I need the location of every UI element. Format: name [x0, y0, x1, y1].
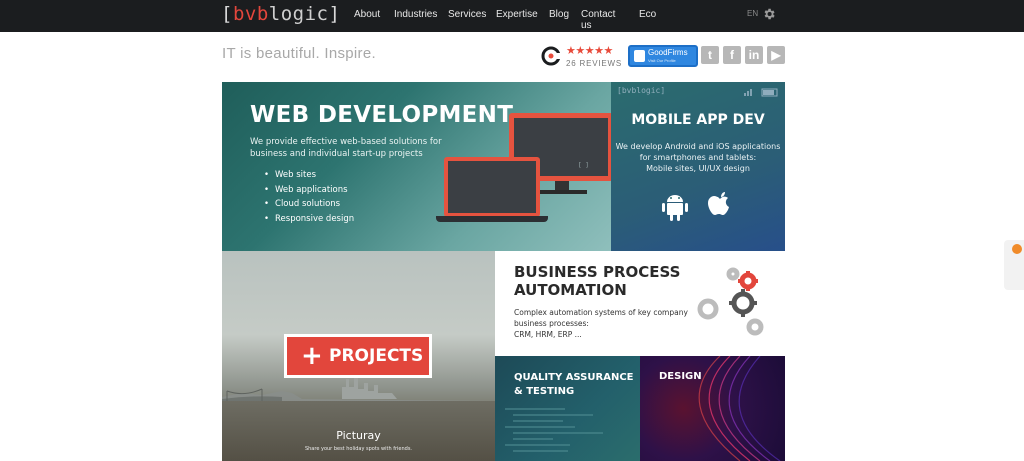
bpa-title-line: BUSINESS PROCESS [514, 263, 681, 281]
bpa-title-line: AUTOMATION [514, 281, 627, 299]
projects-button-label: PROJECTS [329, 346, 424, 366]
design-tile[interactable]: DESIGN [640, 356, 785, 461]
linkedin-icon[interactable]: in [745, 46, 763, 64]
laptop-illustration [444, 157, 540, 217]
logo-logic: logic [268, 3, 329, 25]
goodfirms-icon [634, 50, 645, 62]
nav-industries[interactable]: Industries [394, 9, 437, 20]
nav-blog[interactable]: Blog [549, 9, 569, 20]
bpa-desc-line: business processes: [514, 319, 589, 328]
twitter-icon[interactable]: t [701, 46, 719, 64]
apple-icon [708, 192, 729, 215]
projects-button[interactable]: + PROJECTS [284, 334, 432, 378]
bvblogic-logo[interactable]: [bvblogic] [221, 3, 340, 25]
youtube-icon[interactable]: ▶ [767, 46, 785, 64]
nav-eco[interactable]: Eco [639, 9, 656, 20]
widget-badge-icon [1012, 244, 1022, 254]
plus-icon: + [301, 341, 323, 371]
logo-bv: bv [232, 3, 257, 25]
web-development-description: We provide effective web-based solutions… [250, 137, 442, 159]
nav-about[interactable]: About [354, 9, 380, 20]
qa-title-line: QUALITY ASSURANCE [514, 372, 634, 383]
side-feedback-widget[interactable] [1004, 240, 1024, 290]
design-title: DESIGN [659, 371, 702, 382]
laptop-base [436, 216, 548, 222]
reviews-count[interactable]: 26 REVIEWS [566, 59, 622, 68]
top-navigation-bar: [bvblogic] About Industries Services Exp… [0, 0, 1024, 32]
language-selector[interactable]: EN [747, 9, 758, 18]
project-caption-title: Picturay [336, 429, 381, 442]
logo-bracket-open: [ [221, 3, 233, 25]
goodfirms-badge[interactable]: GoodFirms Visit Our Profile [628, 45, 698, 67]
mobile-desc-line: We develop Android and iOS applications [615, 142, 781, 151]
settings-gear-icon[interactable] [762, 7, 776, 21]
mobile-desc-line: for smartphones and tablets: [639, 153, 757, 162]
list-item: Web sites [264, 168, 354, 183]
rating-stars: ★★★★★ [566, 44, 613, 57]
qa-title: QUALITY ASSURANCE & TESTING [514, 371, 633, 399]
nav-contact-us[interactable]: Contact us [581, 9, 615, 31]
nav-services[interactable]: Services [448, 9, 486, 20]
android-icon [662, 195, 688, 221]
facebook-icon[interactable]: f [723, 46, 741, 64]
mobile-app-title: MOBILE APP DEV [631, 112, 765, 128]
goodfirms-sublabel: Visit Our Profile [648, 58, 676, 63]
qa-title-line: & TESTING [514, 386, 575, 397]
list-item: Responsive design [264, 212, 354, 227]
web-development-tile[interactable]: WEB DEVELOPMENT We provide effective web… [222, 82, 611, 251]
nav-expertise[interactable]: Expertise [496, 9, 538, 20]
bpa-desc-line: CRM, HRM, ERP ... [514, 330, 582, 339]
quality-assurance-tile[interactable]: QUALITY ASSURANCE & TESTING [495, 356, 640, 461]
code-background-graphic [505, 408, 603, 452]
slogan: IT is beautiful. Inspire. [222, 45, 376, 62]
web-services-list: Web sites Web applications Cloud solutio… [264, 168, 354, 226]
goodfirms-label: GoodFirms [648, 48, 688, 57]
clutch-logo-icon[interactable] [540, 45, 562, 67]
mobile-desc-line: Mobile sites, UI/UX design [646, 164, 750, 173]
screen-mark: [ ] [578, 162, 589, 169]
logo-b: b [256, 3, 269, 25]
monitor-base [537, 190, 587, 194]
bpa-title: BUSINESS PROCESS AUTOMATION [514, 263, 680, 299]
list-item: Cloud solutions [264, 197, 354, 212]
bpa-description: Complex automation systems of key compan… [514, 307, 689, 340]
mobile-brand-mark: [bvblogic] [617, 86, 666, 95]
gears-icon [697, 267, 764, 336]
project-caption-subtitle: Share your best holiday spots with frien… [304, 446, 413, 452]
battery-signal-icon [744, 88, 778, 97]
mobile-app-dev-tile[interactable]: [bvblogic] MOBILE APP DEV We develop And… [611, 82, 785, 251]
logo-bracket-close: ] [328, 3, 341, 25]
list-item: Web applications [264, 183, 354, 198]
projects-tile[interactable]: + PROJECTS Picturay Share your best holi… [222, 251, 495, 461]
business-process-automation-tile[interactable]: BUSINESS PROCESS AUTOMATION Complex auto… [495, 251, 785, 356]
mobile-app-description: We develop Android and iOS applications … [611, 141, 785, 174]
web-development-title: WEB DEVELOPMENT [250, 102, 514, 128]
bpa-desc-line: Complex automation systems of key compan… [514, 308, 688, 317]
